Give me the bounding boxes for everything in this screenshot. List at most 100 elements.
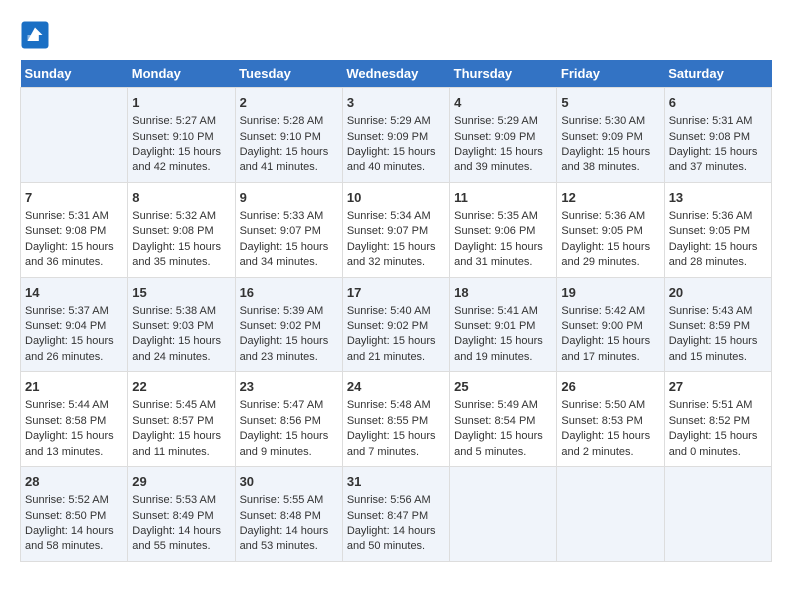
cell-content: Sunrise: 5:51 AM Sunset: 8:52 PM Dayligh… [669,398,767,460]
header-sunday: Sunday [21,60,128,88]
cell-content: Sunrise: 5:30 AM Sunset: 9:09 PM Dayligh… [561,114,659,176]
calendar-cell: 25 Sunrise: 5:49 AM Sunset: 8:54 PM Dayli… [450,372,557,467]
cell-content: Sunrise: 5:37 AM Sunset: 9:04 PM Dayligh… [25,304,123,366]
day-number: 27 [669,378,767,396]
cell-content: Sunrise: 5:50 AM Sunset: 8:53 PM Dayligh… [561,398,659,460]
cell-content: Sunrise: 5:53 AM Sunset: 8:49 PM Dayligh… [132,493,230,555]
cell-content: Sunrise: 5:42 AM Sunset: 9:00 PM Dayligh… [561,304,659,366]
cell-content: Sunrise: 5:35 AM Sunset: 9:06 PM Dayligh… [454,209,552,271]
day-number: 2 [240,94,338,112]
calendar-cell [664,467,771,562]
day-number: 6 [669,94,767,112]
calendar-cell: 21 Sunrise: 5:44 AM Sunset: 8:58 PM Dayli… [21,372,128,467]
day-number: 11 [454,189,552,207]
day-number: 10 [347,189,445,207]
day-number: 31 [347,473,445,491]
cell-content: Sunrise: 5:33 AM Sunset: 9:07 PM Dayligh… [240,209,338,271]
calendar-cell: 7 Sunrise: 5:31 AM Sunset: 9:08 PM Daylig… [21,182,128,277]
cell-content: Sunrise: 5:34 AM Sunset: 9:07 PM Dayligh… [347,209,445,271]
cell-content: Sunrise: 5:31 AM Sunset: 9:08 PM Dayligh… [25,209,123,271]
calendar-table: SundayMondayTuesdayWednesdayThursdayFrid… [20,60,772,562]
calendar-cell: 8 Sunrise: 5:32 AM Sunset: 9:08 PM Daylig… [128,182,235,277]
day-number: 15 [132,284,230,302]
day-number: 25 [454,378,552,396]
calendar-cell: 19 Sunrise: 5:42 AM Sunset: 9:00 PM Dayli… [557,277,664,372]
day-number: 22 [132,378,230,396]
header-friday: Friday [557,60,664,88]
calendar-cell: 23Sunrise: 5:47 AM Sunset: 8:56 PM Dayli… [235,372,342,467]
day-number: 17 [347,284,445,302]
header-saturday: Saturday [664,60,771,88]
week-row-2: 7 Sunrise: 5:31 AM Sunset: 9:08 PM Daylig… [21,182,772,277]
calendar-cell: 4 Sunrise: 5:29 AM Sunset: 9:09 PM Daylig… [450,88,557,183]
week-row-3: 14 Sunrise: 5:37 AM Sunset: 9:04 PM Dayli… [21,277,772,372]
cell-content: Sunrise: 5:52 AM Sunset: 8:50 PM Dayligh… [25,493,123,555]
week-row-5: 28Sunrise: 5:52 AM Sunset: 8:50 PM Dayli… [21,467,772,562]
cell-content: Sunrise: 5:38 AM Sunset: 9:03 PM Dayligh… [132,304,230,366]
calendar-cell: 13 Sunrise: 5:36 AM Sunset: 9:05 PM Dayli… [664,182,771,277]
calendar-cell: 3 Sunrise: 5:29 AM Sunset: 9:09 PM Daylig… [342,88,449,183]
calendar-cell [557,467,664,562]
calendar-cell: 6 Sunrise: 5:31 AM Sunset: 9:08 PM Daylig… [664,88,771,183]
calendar-cell: 15 Sunrise: 5:38 AM Sunset: 9:03 PM Dayli… [128,277,235,372]
cell-content: Sunrise: 5:44 AM Sunset: 8:58 PM Dayligh… [25,398,123,460]
calendar-cell: 20Sunrise: 5:43 AM Sunset: 8:59 PM Dayli… [664,277,771,372]
day-number: 21 [25,378,123,396]
cell-content: Sunrise: 5:29 AM Sunset: 9:09 PM Dayligh… [454,114,552,176]
calendar-cell: 30Sunrise: 5:55 AM Sunset: 8:48 PM Dayli… [235,467,342,562]
calendar-cell [21,88,128,183]
day-number: 12 [561,189,659,207]
calendar-cell: 27 Sunrise: 5:51 AM Sunset: 8:52 PM Dayli… [664,372,771,467]
day-number: 7 [25,189,123,207]
week-row-4: 21 Sunrise: 5:44 AM Sunset: 8:58 PM Dayli… [21,372,772,467]
day-number: 5 [561,94,659,112]
header-wednesday: Wednesday [342,60,449,88]
logo-icon [20,20,50,50]
cell-content: Sunrise: 5:28 AM Sunset: 9:10 PM Dayligh… [240,114,338,176]
cell-content: Sunrise: 5:27 AM Sunset: 9:10 PM Dayligh… [132,114,230,176]
calendar-cell: 31 Sunrise: 5:56 AM Sunset: 8:47 PM Dayli… [342,467,449,562]
header [20,20,772,50]
cell-content: Sunrise: 5:48 AM Sunset: 8:55 PM Dayligh… [347,398,445,460]
cell-content: Sunrise: 5:49 AM Sunset: 8:54 PM Dayligh… [454,398,552,460]
cell-content: Sunrise: 5:39 AM Sunset: 9:02 PM Dayligh… [240,304,338,366]
calendar-cell: 1Sunrise: 5:27 AM Sunset: 9:10 PM Daylig… [128,88,235,183]
calendar-cell: 24 Sunrise: 5:48 AM Sunset: 8:55 PM Dayli… [342,372,449,467]
cell-content: Sunrise: 5:32 AM Sunset: 9:08 PM Dayligh… [132,209,230,271]
day-number: 4 [454,94,552,112]
cell-content: Sunrise: 5:56 AM Sunset: 8:47 PM Dayligh… [347,493,445,555]
logo [20,20,54,50]
cell-content: Sunrise: 5:40 AM Sunset: 9:02 PM Dayligh… [347,304,445,366]
header-tuesday: Tuesday [235,60,342,88]
cell-content: Sunrise: 5:31 AM Sunset: 9:08 PM Dayligh… [669,114,767,176]
calendar-cell: 26 Sunrise: 5:50 AM Sunset: 8:53 PM Dayli… [557,372,664,467]
cell-content: Sunrise: 5:47 AM Sunset: 8:56 PM Dayligh… [240,398,338,460]
day-number: 14 [25,284,123,302]
header-thursday: Thursday [450,60,557,88]
calendar-cell: 18Sunrise: 5:41 AM Sunset: 9:01 PM Dayli… [450,277,557,372]
cell-content: Sunrise: 5:36 AM Sunset: 9:05 PM Dayligh… [561,209,659,271]
cell-content: Sunrise: 5:29 AM Sunset: 9:09 PM Dayligh… [347,114,445,176]
calendar-cell: 22 Sunrise: 5:45 AM Sunset: 8:57 PM Dayli… [128,372,235,467]
calendar-cell: 17 Sunrise: 5:40 AM Sunset: 9:02 PM Dayli… [342,277,449,372]
day-number: 26 [561,378,659,396]
cell-content: Sunrise: 5:45 AM Sunset: 8:57 PM Dayligh… [132,398,230,460]
cell-content: Sunrise: 5:36 AM Sunset: 9:05 PM Dayligh… [669,209,767,271]
day-number: 3 [347,94,445,112]
day-number: 18 [454,284,552,302]
week-row-1: 1Sunrise: 5:27 AM Sunset: 9:10 PM Daylig… [21,88,772,183]
day-number: 29 [132,473,230,491]
day-number: 9 [240,189,338,207]
day-number: 13 [669,189,767,207]
calendar-cell: 28Sunrise: 5:52 AM Sunset: 8:50 PM Dayli… [21,467,128,562]
day-number: 30 [240,473,338,491]
day-number: 19 [561,284,659,302]
day-number: 8 [132,189,230,207]
header-monday: Monday [128,60,235,88]
day-number: 24 [347,378,445,396]
calendar-header-row: SundayMondayTuesdayWednesdayThursdayFrid… [21,60,772,88]
calendar-cell: 11 Sunrise: 5:35 AM Sunset: 9:06 PM Dayli… [450,182,557,277]
calendar-cell: 9 Sunrise: 5:33 AM Sunset: 9:07 PM Daylig… [235,182,342,277]
cell-content: Sunrise: 5:43 AM Sunset: 8:59 PM Dayligh… [669,304,767,366]
calendar-cell: 29 Sunrise: 5:53 AM Sunset: 8:49 PM Dayli… [128,467,235,562]
